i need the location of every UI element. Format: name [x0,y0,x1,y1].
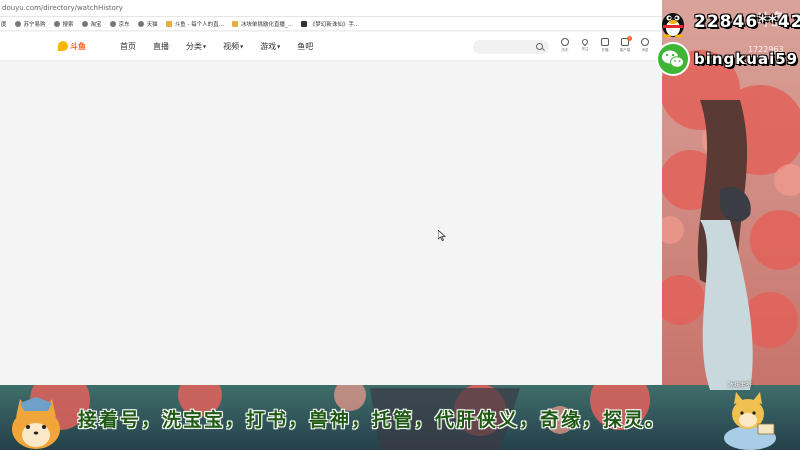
shiba-scholar-mascot-icon [724,392,776,450]
bookmark-item[interactable]: 淘宝 [81,20,102,28]
wechat-contact: bingkuai59 [656,42,798,76]
bookmark-item[interactable]: 《梦幻新诛仙》手... [300,20,359,28]
follow-button[interactable]: 关注 [578,37,592,53]
fish-icon [58,41,68,51]
bookmarks-bar: 度 苏宁易购 搜索 淘宝 京东 天猫 斗鱼 - 每个人的直... 冰块单挑融化直… [0,17,662,31]
qq-number: 22846**421 [694,12,800,32]
douyu-logo[interactable]: 斗鱼 [58,40,94,52]
bell-icon [641,38,649,46]
bookmark-item[interactable]: 斗鱼 - 每个人的直... [165,20,224,28]
history-icon [561,38,569,46]
caret-down-icon: ▼ [277,44,281,49]
caret-down-icon: ▼ [203,44,207,49]
notification-badge: 1 [627,36,632,41]
bookmark-item[interactable]: 搜索 [53,20,74,28]
history-button[interactable]: 历史 [558,38,572,53]
site-header: 斗鱼 首页 直播 分类 ▼ 视频 ▼ 游戏 ▼ 鱼吧 历史 关注 开播 1 客户… [0,32,662,61]
douyu-icon [165,20,172,27]
nav-item-live[interactable]: 直播 [153,41,169,52]
address-bar[interactable]: douyu.com/directory/watchHistory [0,0,662,17]
shiba-mascot-icon [12,397,60,449]
wechat-icon [656,42,690,76]
heart-icon [580,37,590,47]
video-icon [601,38,609,46]
nav-item-yuba[interactable]: 鱼吧 [297,41,313,52]
search-input[interactable] [473,40,549,54]
globe-icon [81,20,88,27]
bookmark-item[interactable]: 苏宁易购 [14,20,46,28]
qq-penguin-icon [662,13,684,38]
bookmark-item[interactable]: 度 [1,20,7,28]
caret-down-icon: ▼ [240,44,244,49]
globe-icon [53,20,60,27]
mouse-cursor-icon [438,230,446,241]
bookmark-item[interactable]: 京东 [109,20,130,28]
nav-item-category[interactable]: 分类 ▼ [186,41,206,52]
search-icon[interactable] [536,43,543,50]
douyu-icon [231,20,238,27]
url-text[interactable]: douyu.com/directory/watchHistory [2,4,123,12]
bookmark-item[interactable]: 冰块单挑融化直播_... [231,20,293,28]
nav-item-video[interactable]: 视频 ▼ [223,41,243,52]
wechat-id: bingkuai59 [694,50,799,68]
nav-item-home[interactable]: 首页 [120,41,136,52]
browser-window: douyu.com/directory/watchHistory 度 苏宁易购 … [0,0,662,385]
nav-item-games[interactable]: 游戏 ▼ [260,41,280,52]
start-stream-button[interactable]: 开播 [598,38,612,53]
globe-icon [14,20,21,27]
messages-button[interactable]: 消息 [638,38,652,53]
main-nav: 首页 直播 分类 ▼ 视频 ▼ 游戏 ▼ 鱼吧 [120,41,330,52]
globe-icon [137,20,144,27]
qq-contact: 22846**421 [658,6,800,38]
header-tools: 历史 关注 开播 1 客户端 消息 [558,36,652,53]
globe-icon [109,20,116,27]
stream-subtitle: 接着号，洗宝宝，打书，兽神，托管，代肝侠义，奇缘，探灵。 [78,409,667,431]
client-button[interactable]: 1 客户端 [618,36,632,53]
bookmark-item[interactable]: 天猫 [137,20,158,28]
game-icon [300,20,307,27]
